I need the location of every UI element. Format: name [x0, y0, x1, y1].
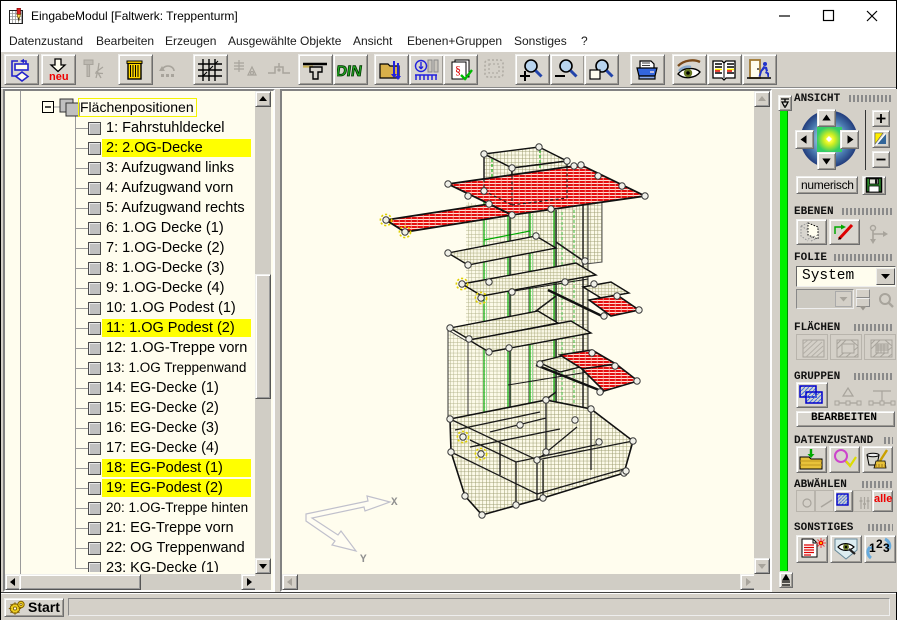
svg-text:DIN: DIN	[337, 63, 363, 80]
svg-text:Y: Y	[360, 554, 367, 566]
svg-text:X: X	[391, 497, 398, 509]
svg-text:1: 1	[869, 541, 876, 555]
svg-text:2: 2	[876, 537, 883, 551]
svg-text:3: 3	[883, 541, 890, 555]
svg-text:neu: neu	[49, 71, 69, 82]
svg-text:§: §	[455, 63, 461, 77]
